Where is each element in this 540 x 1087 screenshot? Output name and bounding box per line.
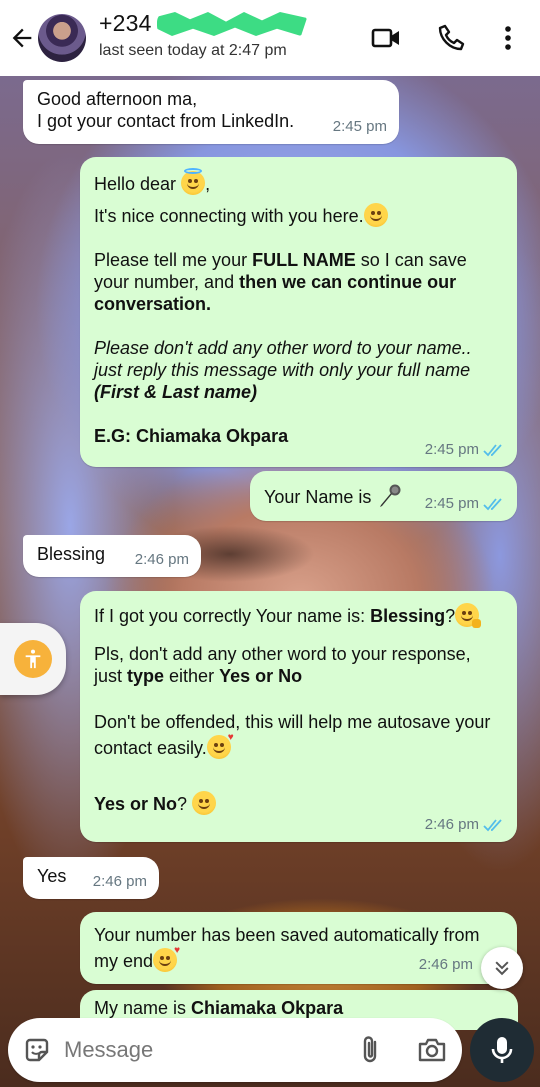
microphone-emoji-icon — [380, 484, 401, 507]
smiling-face-with-hearts-icon: ♥ — [153, 946, 180, 972]
message-composer — [8, 1018, 462, 1082]
chat-header: +234 last seen today at 2:47 pm — [0, 0, 540, 76]
accessibility-button[interactable] — [14, 640, 52, 678]
microphone-icon — [491, 1037, 513, 1063]
more-vertical-icon[interactable] — [496, 22, 528, 54]
scroll-to-bottom-button[interactable] — [481, 947, 523, 989]
message-time: 2:45 pm — [332, 118, 387, 135]
message-time: 2:46 pm — [418, 956, 473, 973]
message-time: 2:45 pm — [425, 439, 505, 461]
accessibility-tab[interactable] — [0, 623, 66, 695]
message-outgoing[interactable]: Your number has been saved automatically… — [80, 912, 517, 984]
message-time: 2:46 pm — [425, 814, 505, 836]
message-incoming[interactable]: Blessing 2:46 pm — [23, 535, 201, 577]
arrow-left-icon[interactable] — [8, 24, 36, 52]
smiling-face-icon — [363, 203, 388, 227]
contact-avatar[interactable] — [38, 14, 86, 62]
smiling-face-icon — [192, 791, 217, 815]
message-time: 2:46 pm — [134, 551, 189, 568]
voice-record-button[interactable] — [470, 1018, 534, 1082]
video-camera-icon[interactable] — [370, 22, 402, 54]
message-outgoing[interactable]: Hello dear , It's nice connecting with y… — [80, 157, 517, 467]
read-ticks-icon — [483, 819, 502, 832]
message-outgoing[interactable]: Your Name is 2:45 pm — [250, 471, 517, 521]
contact-name: +234 — [99, 10, 359, 40]
message-outgoing[interactable]: If I got you correctly Your name is: Ble… — [80, 591, 517, 842]
read-ticks-icon — [483, 498, 502, 511]
message-input[interactable] — [64, 1030, 344, 1070]
chevron-double-down-icon — [495, 961, 509, 976]
redaction-scribble — [157, 12, 307, 36]
phone-icon[interactable] — [436, 22, 468, 54]
message-time: 2:46 pm — [92, 873, 147, 890]
thinking-face-icon — [455, 603, 482, 628]
message-incoming[interactable]: Yes 2:46 pm — [23, 857, 159, 899]
message-time: 2:45 pm — [425, 493, 505, 515]
smiling-face-with-halo-icon — [181, 168, 206, 195]
smiling-face-with-hearts-icon: ♥ — [206, 733, 234, 759]
read-ticks-icon — [483, 444, 502, 457]
contact-info[interactable]: +234 last seen today at 2:47 pm — [99, 10, 359, 60]
accessibility-icon — [25, 649, 41, 669]
camera-icon[interactable] — [416, 1034, 448, 1066]
paperclip-icon[interactable] — [356, 1034, 386, 1066]
sticker-icon[interactable] — [22, 1035, 52, 1065]
last-seen-status: last seen today at 2:47 pm — [99, 42, 287, 59]
message-incoming[interactable]: Good afternoon ma, I got your contact fr… — [23, 80, 399, 144]
